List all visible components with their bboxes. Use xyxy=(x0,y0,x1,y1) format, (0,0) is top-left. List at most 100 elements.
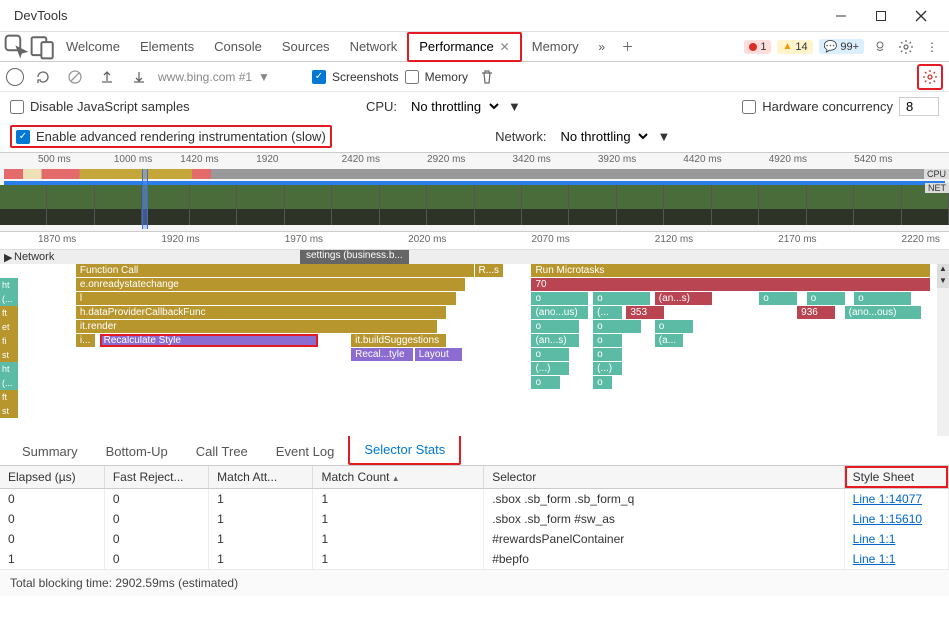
flame-chart[interactable]: ▶ Network settings (business.b... Functi… xyxy=(0,250,949,436)
flame-bar[interactable]: Recal...tyle xyxy=(351,348,413,361)
flame-bar[interactable]: (ano...ous) xyxy=(845,306,921,319)
flame-bar[interactable]: o xyxy=(531,320,578,333)
flame-bar[interactable]: R...s xyxy=(475,264,503,277)
kebab-menu-icon[interactable]: ⋮ xyxy=(919,34,945,60)
tab-elements[interactable]: Elements xyxy=(130,32,204,62)
flame-bar[interactable]: 353 xyxy=(626,306,664,319)
more-tabs-chevron-icon[interactable]: » xyxy=(589,34,615,60)
flame-bar[interactable]: e.onreadystatechange xyxy=(76,278,465,291)
close-tab-icon[interactable]: ✕ xyxy=(500,40,510,54)
flame-bar[interactable]: it.render xyxy=(76,320,437,333)
scroll-up-icon[interactable]: ▲ xyxy=(937,264,949,276)
feedback-icon[interactable] xyxy=(867,34,893,60)
add-tab-icon[interactable]: ＋ xyxy=(615,34,641,60)
recording-url[interactable]: www.bing.com #1 xyxy=(158,70,252,84)
cpu-throttle-select[interactable]: No throttling xyxy=(403,96,502,117)
clear-icon[interactable] xyxy=(62,64,88,90)
network-request-badge[interactable]: settings (business.b... xyxy=(300,250,409,264)
flame-bar[interactable]: o xyxy=(531,348,569,361)
flame-bar[interactable]: o xyxy=(593,334,621,347)
flame-bar[interactable]: Function Call xyxy=(76,264,475,277)
flame-bar[interactable]: o xyxy=(593,320,640,333)
settings-gear-icon[interactable] xyxy=(893,34,919,60)
flame-bar[interactable]: 70 xyxy=(531,278,930,291)
screenshots-checkbox[interactable]: ✓ xyxy=(312,70,326,84)
table-row[interactable]: 1011#bepfoLine 1:1 xyxy=(0,549,949,569)
flame-scrollbar[interactable]: ▲▼ xyxy=(937,264,949,436)
stylesheet-link[interactable]: Line 1:1 xyxy=(853,552,896,566)
tab-selector-stats[interactable]: Selector Stats xyxy=(348,434,461,465)
tab-performance[interactable]: Performance✕ xyxy=(407,32,521,62)
th-match-count[interactable]: Match Count xyxy=(313,466,484,489)
memory-checkbox[interactable] xyxy=(405,70,419,84)
capture-settings-gear-icon[interactable] xyxy=(917,64,943,90)
flame-bar[interactable]: Layout xyxy=(415,348,462,361)
adv-rendering-checkbox[interactable]: ✓ xyxy=(16,130,30,144)
scroll-down-icon[interactable]: ▼ xyxy=(937,276,949,288)
close-button[interactable] xyxy=(901,2,941,30)
delete-icon[interactable] xyxy=(474,64,500,90)
th-stylesheet[interactable]: Style Sheet xyxy=(844,466,948,489)
flame-bar[interactable]: o xyxy=(593,376,612,389)
flame-bar[interactable]: (an...s) xyxy=(531,334,578,347)
record-button[interactable] xyxy=(6,68,24,86)
tab-memory[interactable]: Memory xyxy=(522,32,589,62)
th-elapsed[interactable]: Elapsed (µs) xyxy=(0,466,104,489)
tab-call-tree[interactable]: Call Tree xyxy=(182,438,262,465)
flame-bar[interactable]: l xyxy=(76,292,456,305)
network-track-row[interactable]: ▶ Network settings (business.b... xyxy=(0,250,949,264)
th-match-att[interactable]: Match Att... xyxy=(209,466,313,489)
tab-bottom-up[interactable]: Bottom-Up xyxy=(92,438,182,465)
flame-bar-recalculate-style[interactable]: Recalculate Style xyxy=(100,334,318,347)
expand-network-icon[interactable]: ▶ xyxy=(4,251,14,264)
flame-bar[interactable]: o xyxy=(759,292,797,305)
table-row[interactable]: 0011.sbox .sb_form .sb_form_qLine 1:1407… xyxy=(0,489,949,510)
tab-sources[interactable]: Sources xyxy=(272,32,340,62)
stylesheet-link[interactable]: Line 1:14077 xyxy=(853,492,922,506)
th-selector[interactable]: Selector xyxy=(484,466,844,489)
info-badge[interactable]: 💬99+ xyxy=(819,39,864,54)
overview-selection[interactable] xyxy=(142,169,148,229)
errors-badge[interactable]: 1 xyxy=(744,40,771,54)
reload-record-icon[interactable] xyxy=(30,64,56,90)
warnings-badge[interactable]: ▲14 xyxy=(777,40,812,54)
flame-bar[interactable]: (ano...us) xyxy=(531,306,588,319)
upload-icon[interactable] xyxy=(94,64,120,90)
table-row[interactable]: 0011.sbox .sb_form #sw_asLine 1:15610 xyxy=(0,509,949,529)
stylesheet-link[interactable]: Line 1:15610 xyxy=(853,512,922,526)
inspect-icon[interactable] xyxy=(4,34,30,60)
tab-console[interactable]: Console xyxy=(204,32,272,62)
tab-network[interactable]: Network xyxy=(340,32,408,62)
flame-bar[interactable]: 936 xyxy=(797,306,835,319)
flame-bar[interactable]: o xyxy=(531,292,588,305)
download-icon[interactable] xyxy=(126,64,152,90)
tab-event-log[interactable]: Event Log xyxy=(262,438,349,465)
maximize-button[interactable] xyxy=(861,2,901,30)
timeline-overview[interactable]: 500 ms 1000 ms 1420 ms 1920 2420 ms 2920… xyxy=(0,152,949,232)
flame-bar[interactable]: (...) xyxy=(531,362,569,375)
hw-concurrency-checkbox[interactable] xyxy=(742,100,756,114)
flame-bar[interactable]: it.buildSuggestions xyxy=(351,334,446,347)
table-row[interactable]: 0011#rewardsPanelContainerLine 1:1 xyxy=(0,529,949,549)
minimize-button[interactable] xyxy=(821,2,861,30)
flame-bar[interactable]: Run Microtasks xyxy=(531,264,930,277)
flame-bar[interactable]: (an...s) xyxy=(655,292,712,305)
flame-bar[interactable]: (a... xyxy=(655,334,683,347)
flame-bar[interactable]: o xyxy=(593,348,621,361)
stylesheet-link[interactable]: Line 1:1 xyxy=(853,532,896,546)
th-fast-reject[interactable]: Fast Reject... xyxy=(104,466,208,489)
flame-bar[interactable]: o xyxy=(655,320,693,333)
flame-bar[interactable]: h.dataProviderCallbackFunc xyxy=(76,306,446,319)
flame-bar[interactable]: o xyxy=(807,292,845,305)
flame-bar[interactable]: o xyxy=(593,292,650,305)
tab-summary[interactable]: Summary xyxy=(8,438,92,465)
flame-bar[interactable]: i... xyxy=(76,334,95,347)
tab-welcome[interactable]: Welcome xyxy=(56,32,130,62)
disable-js-checkbox[interactable] xyxy=(10,100,24,114)
flame-bar[interactable]: o xyxy=(531,376,559,389)
flame-bar[interactable]: (...) xyxy=(593,362,621,375)
flame-bar[interactable]: o xyxy=(854,292,911,305)
device-toggle-icon[interactable] xyxy=(30,34,56,60)
hw-concurrency-input[interactable] xyxy=(899,97,939,116)
flame-bar[interactable]: (... xyxy=(593,306,621,319)
